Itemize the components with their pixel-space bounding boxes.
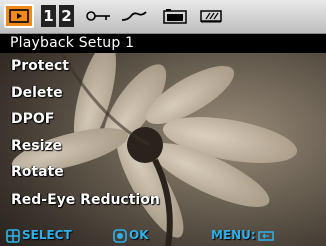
tab-page-1[interactable]: 1 — [41, 5, 56, 27]
button-hint-bar: SELECT OK MENU: — [0, 225, 326, 246]
mode-tab-bar: 1 2 — [0, 0, 326, 34]
hint-ok-label: OK — [129, 228, 149, 242]
tab-curve[interactable] — [119, 4, 149, 28]
menu-item-delete[interactable]: Delete — [11, 82, 63, 104]
camera-screen: 1 2 Playback Setup 1 Protect Delete DPOF… — [0, 0, 326, 246]
tab-camera[interactable] — [160, 4, 190, 28]
menu-item-dpof[interactable]: DPOF — [11, 108, 54, 130]
playback-icon — [9, 9, 29, 23]
curve-icon — [121, 11, 147, 21]
key-icon — [86, 11, 110, 21]
hint-ok: OK — [113, 225, 149, 246]
ok-button-icon — [113, 228, 127, 243]
tab-battery[interactable] — [197, 4, 227, 28]
dpad-icon — [6, 228, 20, 243]
menu-item-red-eye[interactable]: Red-Eye Reduction — [11, 189, 160, 211]
battery-icon — [200, 10, 222, 23]
menu-item-rotate[interactable]: Rotate — [11, 161, 64, 183]
camera-icon — [163, 9, 187, 24]
page-title: Playback Setup 1 — [0, 34, 326, 53]
hint-select: SELECT — [6, 225, 72, 246]
hint-menu-label: MENU: — [211, 228, 256, 242]
hint-menu: MENU: — [211, 225, 276, 246]
tab-setup[interactable] — [84, 4, 114, 28]
tab-playback[interactable] — [4, 4, 34, 28]
return-icon — [257, 230, 274, 241]
hint-select-label: SELECT — [22, 228, 72, 242]
menu-item-protect[interactable]: Protect — [11, 55, 69, 77]
tab-page-2[interactable]: 2 — [59, 5, 74, 27]
menu-item-resize[interactable]: Resize — [11, 135, 62, 157]
